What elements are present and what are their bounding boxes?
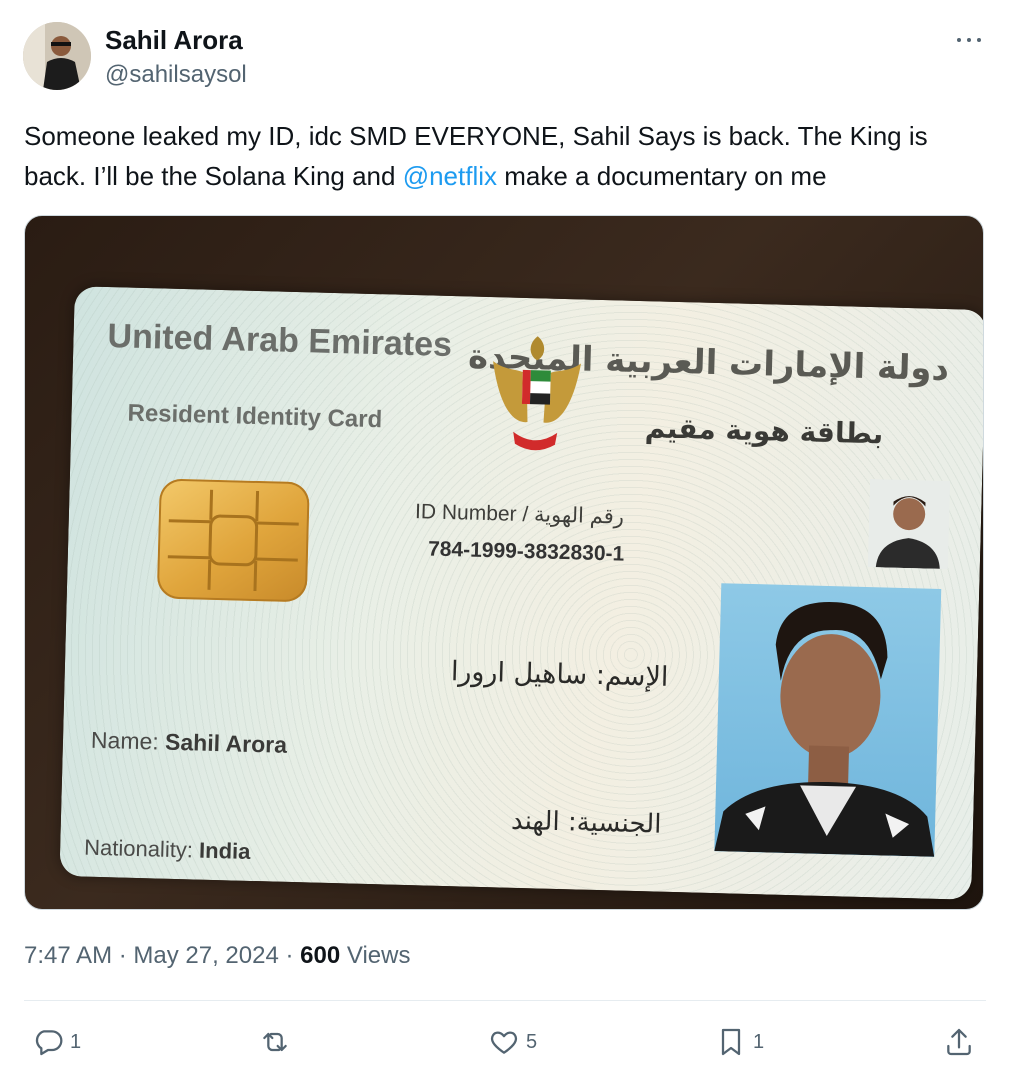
id-photo [714,583,942,857]
bookmark-count: 1 [753,1030,765,1053]
like-count: 5 [526,1030,538,1053]
tweet-meta: 7:47 AM · May 27, 2024 · 600 Views [24,940,410,972]
card-nationality-ar: الجنسية: الهند [510,805,662,840]
mention-link[interactable]: @netflix [403,161,497,191]
bookmark-icon [721,1028,741,1056]
bookmark-button[interactable]: 1 [715,1022,764,1062]
like-button[interactable]: 5 [488,1022,537,1062]
id-number: 784-1999-3832830-1 [427,537,625,566]
person-avatar-icon [23,22,91,90]
id-card: United Arab Emirates Resident Identity C… [59,286,983,900]
views-label: Views [340,942,411,969]
tweet-text-end: make a documentary on me [497,161,827,191]
tweet-photo[interactable]: United Arab Emirates Resident Identity C… [24,215,984,910]
retweet-button[interactable] [259,1022,297,1062]
share-button[interactable] [943,1022,975,1062]
card-name-value: Sahil Arora [164,728,288,758]
card-name-ar: الإسم: ساهيل ارورا [450,656,669,693]
card-nationality-value: India [198,837,251,864]
falcon-emblem-icon [485,331,588,460]
heart-icon [490,1031,518,1054]
meta-separator: · [112,942,134,969]
card-nationality: Nationality: India [84,835,251,865]
ghost-photo [867,479,951,570]
reply-icon [35,1030,63,1056]
author-handle[interactable]: @sahilsaysol [105,60,247,90]
tweet-time[interactable]: 7:47 AM [24,942,112,969]
card-name-label: Name: [90,726,160,755]
author-display-name[interactable]: Sahil Arora [105,24,243,56]
tweet-date[interactable]: May 27, 2024 [133,942,278,969]
chip-icon [156,478,310,603]
more-options-icon[interactable] [955,26,985,52]
tweet-text: Someone leaked my ID, idc SMD EVERYONE, … [24,116,994,196]
card-name: Name: Sahil Arora [91,727,288,759]
avatar[interactable] [23,22,91,90]
retweet-icon [263,1032,287,1052]
card-type-ar: بطاقة هوية مقيم [644,411,884,451]
id-number-label: ID Number / رقم الهوية [414,500,625,529]
divider [24,1000,986,1001]
meta-separator: · [278,942,301,969]
card-type-en: Resident Identity Card [127,399,383,434]
card-nationality-label: Nationality: [83,834,194,863]
card-country-en: United Arab Emirates [107,317,453,365]
views-count: 600 [300,942,341,969]
share-icon [947,1028,971,1056]
reply-button[interactable]: 1 [32,1022,81,1062]
reply-count: 1 [70,1030,82,1053]
